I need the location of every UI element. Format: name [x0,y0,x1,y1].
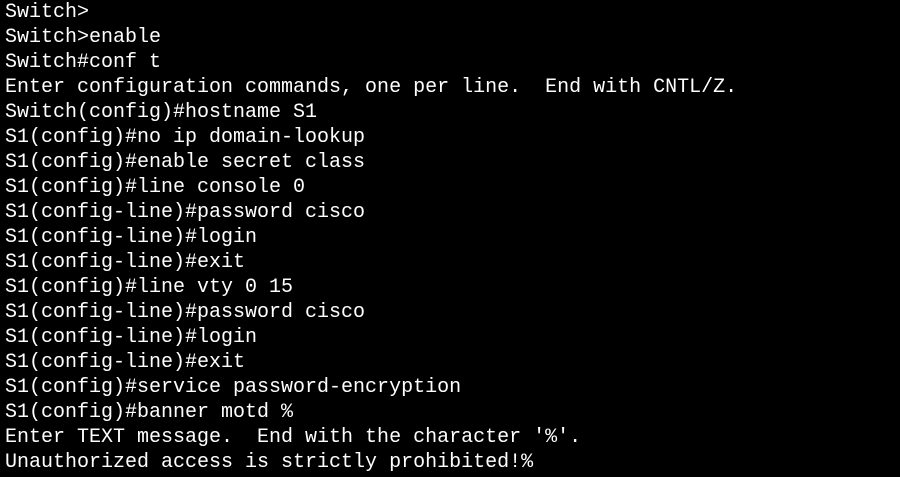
terminal-line-13: S1(config-line)#password cisco [5,301,366,324]
terminal-line-14: S1(config-line)#login [5,326,258,349]
terminal-line-19: Unauthorized access is strictly prohibit… [5,451,534,474]
terminal-line-6: S1(config)#no ip domain-lookup [5,126,366,149]
terminal-line-2: Switch>enable [5,26,162,49]
terminal-line-3: Switch#conf t [5,51,162,74]
terminal-line-12: S1(config)#line vty 0 15 [5,276,294,299]
terminal-line-10: S1(config-line)#login [5,226,258,249]
terminal-line-4: Enter configuration commands, one per li… [5,76,738,99]
terminal-line-7: S1(config)#enable secret class [5,151,366,174]
terminal-line-18: Enter TEXT message. End with the charact… [5,426,582,449]
terminal-line-5: Switch(config)#hostname S1 [5,101,318,124]
terminal-window[interactable]: Switch> Switch>enable Switch#conf t Ente… [0,0,900,477]
terminal-line-8: S1(config)#line console 0 [5,176,306,199]
terminal-line-1: Switch> [5,1,90,24]
terminal-line-15: S1(config-line)#exit [5,351,246,374]
terminal-line-16: S1(config)#service password-encryption [5,376,462,399]
terminal-line-11: S1(config-line)#exit [5,251,246,274]
terminal-line-9: S1(config-line)#password cisco [5,201,366,224]
terminal-line-17: S1(config)#banner motd % [5,401,294,424]
